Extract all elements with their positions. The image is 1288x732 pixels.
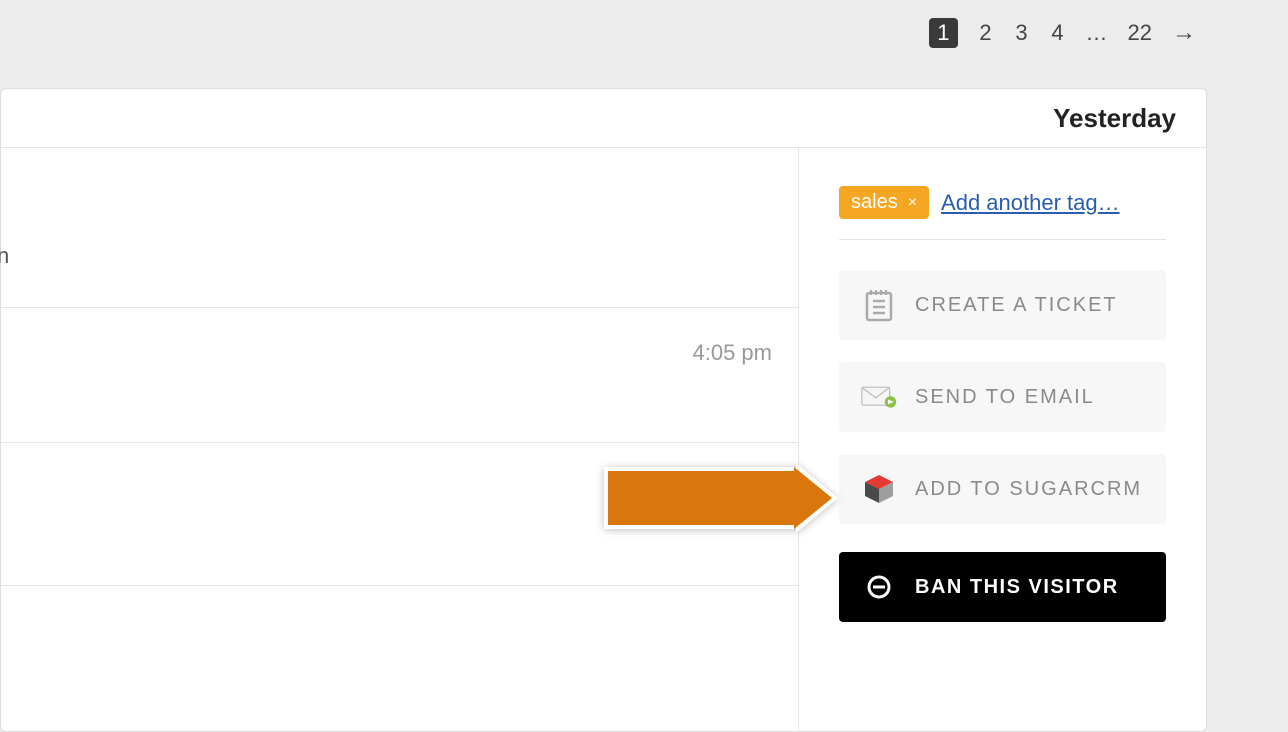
envelope-arrow-icon [861, 379, 897, 415]
arrow-shape-icon [604, 467, 794, 529]
content-row: n 4:05 pm sales × Add another tag… [1, 147, 1206, 731]
action-label: CREATE A TICKET [915, 294, 1118, 317]
message-row: 4:05 pm [1, 308, 798, 443]
notepad-icon [861, 287, 897, 323]
truncated-text: n [0, 243, 9, 269]
sidebar-panel: sales × Add another tag… [798, 148, 1206, 731]
page-ellipsis: … [1086, 20, 1108, 46]
cube-icon [861, 471, 897, 507]
page-1[interactable]: 1 [929, 18, 957, 48]
tag-label: sales [851, 191, 898, 214]
page-4[interactable]: 4 [1050, 20, 1066, 46]
action-label: SEND TO EMAIL [915, 386, 1095, 409]
page-last[interactable]: 22 [1128, 20, 1152, 46]
message-timestamp: 4:05 pm [693, 340, 773, 366]
ban-visitor-button[interactable]: BAN THIS VISITOR [839, 552, 1166, 622]
action-label: BAN THIS VISITOR [915, 576, 1119, 599]
close-icon[interactable]: × [908, 194, 917, 212]
ban-icon [861, 569, 897, 605]
add-tag-link[interactable]: Add another tag… [941, 190, 1120, 216]
tag-row: sales × Add another tag… [839, 186, 1166, 240]
page-3[interactable]: 3 [1014, 20, 1030, 46]
header-bar: Yesterday [1, 89, 1206, 147]
main-panel: Yesterday n 4:05 pm sales × Add another … [0, 88, 1207, 732]
pagination: 1 2 3 4 … 22 → [929, 18, 1196, 48]
next-page-arrow-icon[interactable]: → [1172, 19, 1196, 47]
page-2[interactable]: 2 [978, 20, 994, 46]
tag-sales[interactable]: sales × [839, 186, 929, 219]
action-label: ADD TO SUGARCRM [915, 478, 1142, 501]
create-ticket-button[interactable]: CREATE A TICKET [839, 270, 1166, 340]
page-title: Yesterday [1053, 103, 1176, 134]
add-to-sugarcrm-button[interactable]: ADD TO SUGARCRM [839, 454, 1166, 524]
conversation-column: n 4:05 pm [1, 148, 798, 731]
send-to-email-button[interactable]: SEND TO EMAIL [839, 362, 1166, 432]
callout-arrow [604, 467, 794, 529]
conversation-header-section: n [1, 148, 798, 308]
